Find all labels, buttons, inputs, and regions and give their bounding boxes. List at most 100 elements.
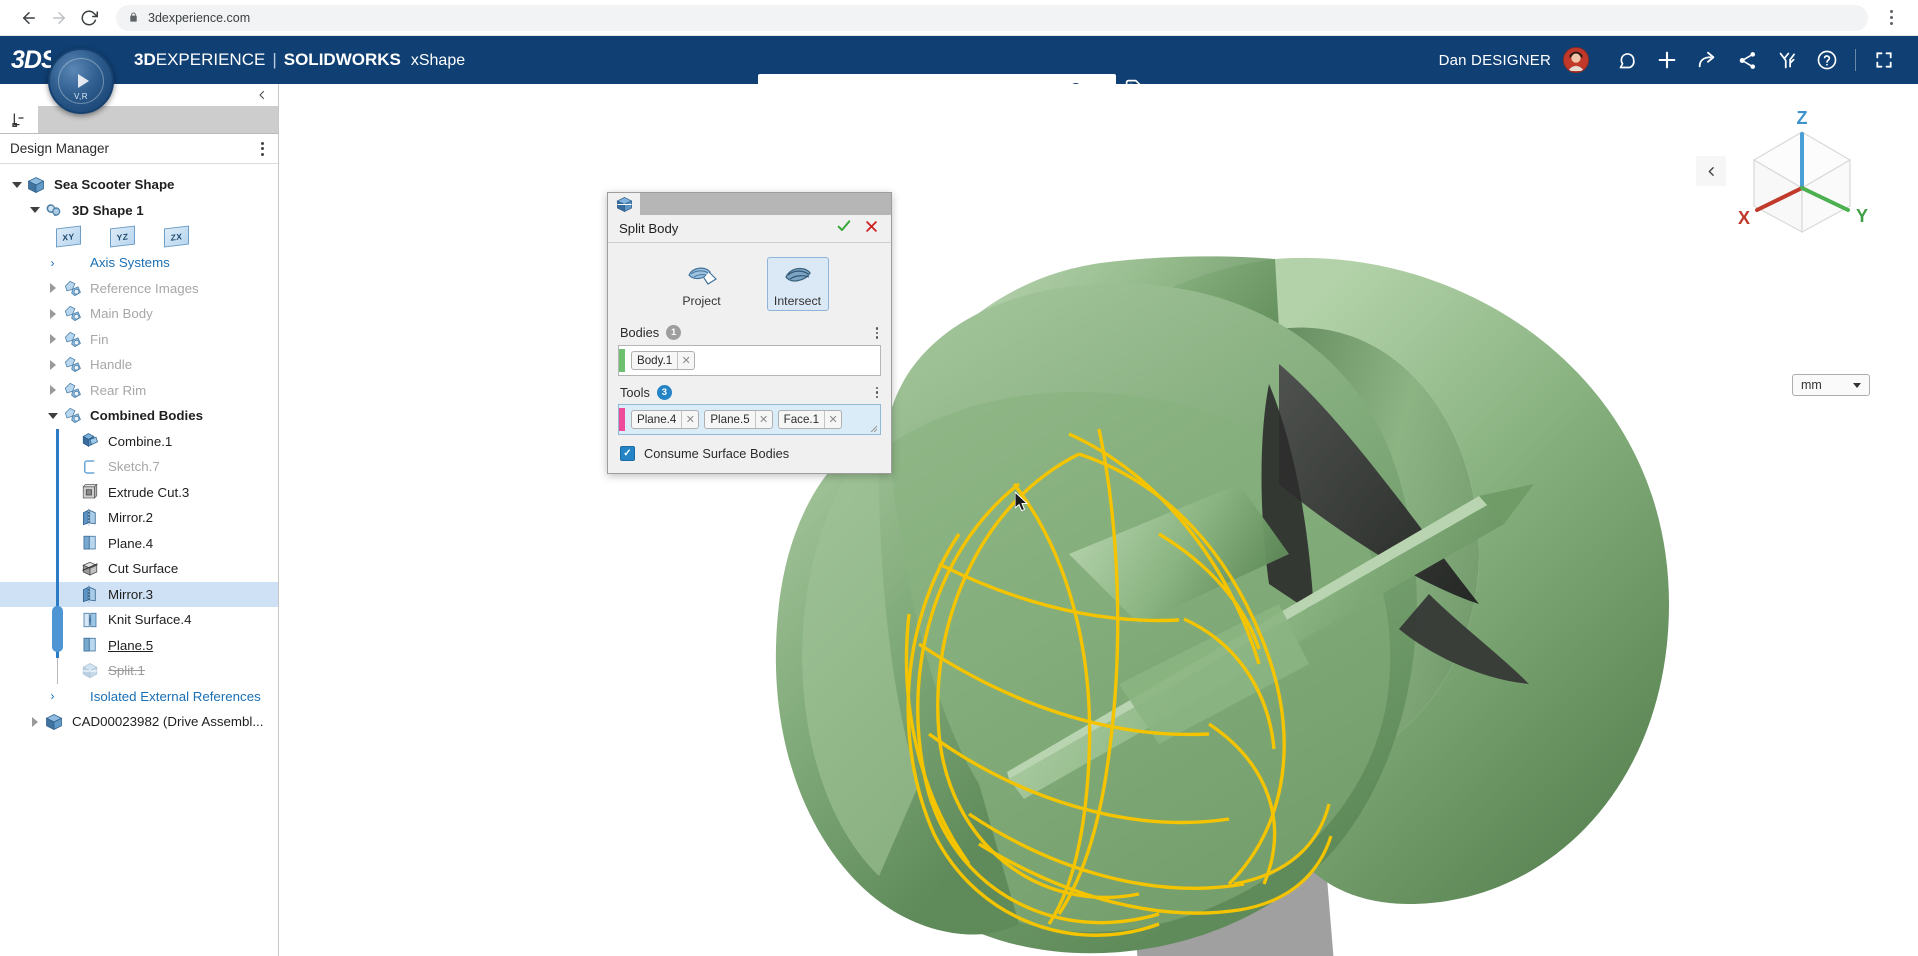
tree-twisty-collapsed[interactable] [44,276,61,302]
tree-item-combined-bodies[interactable]: Combined Bodies [0,403,278,429]
resize-handle-icon[interactable] [870,425,878,433]
tree-item-label: Mirror.3 [108,587,153,602]
sidebar-tabstrip [0,106,278,134]
tree-item-axis-systems[interactable]: ›Axis Systems [0,250,278,276]
tree-twisty-collapsed[interactable]: › [44,250,61,276]
tree-item-cad00023982-drive-assembl[interactable]: CAD00023982 (Drive Assembl... [0,709,278,735]
sidebar-collapse-button[interactable] [0,84,278,106]
tools-more-options-icon[interactable] [873,385,882,401]
tree-item-combine-1[interactable]: Combine.1 [0,429,278,455]
browser-menu-icon[interactable] [1878,3,1904,33]
consume-surface-bodies-row[interactable]: ✓ Consume Surface Bodies [618,444,881,461]
chip-plane-4[interactable]: Plane.4 ✕ [631,410,699,429]
combine-icon [79,431,101,451]
tree-item-reference-images[interactable]: Reference Images [0,276,278,302]
brand-3d: 3D [134,50,156,70]
help-question-icon[interactable] [1807,36,1847,84]
svg-text:3DS: 3DS [11,46,51,74]
remove-x-icon[interactable]: ✕ [824,411,841,428]
brand-title: 3DEXPERIENCE|SOLIDWORKSxShape [134,50,465,70]
avatar[interactable] [1563,47,1589,73]
tree-twisty-collapsed[interactable] [44,378,61,404]
tree-twisty-collapsed[interactable] [44,352,61,378]
dialog-tab-split-body[interactable] [608,193,640,215]
tree-item-main-body[interactable]: Main Body [0,301,278,327]
tree-item-handle[interactable]: Handle [0,352,278,378]
tree-item-cut-surface[interactable]: Cut Surface [0,556,278,582]
3d-model-render[interactable] [279,84,1918,956]
plane-chip-yz[interactable]: YZ [110,225,135,247]
rollback-bar-handle[interactable] [52,606,63,652]
tree-item-mirror-3[interactable]: Mirror.3 [0,582,278,608]
fullscreen-icon[interactable] [1864,36,1904,84]
dialog-tabstrip [608,193,891,215]
tree-item-plane-4[interactable]: Plane.4 [0,531,278,557]
chip-face-1[interactable]: Face.1 ✕ [778,410,842,429]
tree-item-sketch-7[interactable]: Sketch.7 [0,454,278,480]
tree-item-label: Split.1 [108,663,145,678]
chip-body-1[interactable]: Body.1 ✕ [631,351,695,370]
remove-x-icon[interactable]: ✕ [677,352,694,369]
browser-reload-button[interactable] [74,3,104,33]
notification-bell-icon[interactable] [1607,36,1647,84]
bodies-count-badge: 1 [666,325,681,340]
bodies-field-header: Bodies 1 [620,325,881,341]
tools-selection-box[interactable]: Plane.4 ✕ Plane.5 ✕ Face.1 ✕ [618,404,881,435]
tree-twisty-expanded[interactable] [8,172,25,198]
remove-x-icon[interactable]: ✕ [755,411,772,428]
chip-plane-5[interactable]: Plane.5 ✕ [704,410,772,429]
feature-tree[interactable]: Sea Scooter Shape3D Shape 1XY YZ ZX ›Axis S… [0,164,278,956]
tree-twisty-collapsed[interactable] [44,301,61,327]
share-nodes-icon[interactable] [1727,36,1767,84]
tree-twisty-collapsed[interactable] [44,327,61,353]
tree-item-isolated-external-references[interactable]: ›Isolated External References [0,684,278,710]
3d-viewport[interactable]: Z X Y mm [279,84,1918,956]
plane-chip-zx[interactable]: ZX [164,225,189,247]
design-tree-icon [11,112,27,128]
tree-twisty-expanded[interactable] [26,198,43,224]
checkmark-icon [836,218,852,234]
plane-icon [79,635,101,655]
tree-twisty-none [62,582,79,608]
tree-item-extrude-cut-3[interactable]: Extrude Cut.3 [0,480,278,506]
tree-item-sea-scooter-shape[interactable]: Sea Scooter Shape [0,172,278,198]
tree-item-rear-rim[interactable]: Rear Rim [0,378,278,404]
remove-x-icon[interactable]: ✕ [681,411,698,428]
units-dropdown[interactable]: mm [1792,374,1870,396]
dialog-confirm-button[interactable] [828,218,860,239]
consume-surface-bodies-checkbox[interactable]: ✓ [620,446,635,461]
view-cube[interactable]: Z X Y [1722,102,1882,262]
browser-forward-button[interactable] [44,3,74,33]
tree-item-plane-5[interactable]: Plane.5 [0,633,278,659]
chevron-left-icon [1705,165,1718,178]
tools-label: Tools [620,385,650,400]
tree-twisty-expanded[interactable] [44,403,61,429]
dialog-cancel-button[interactable] [860,219,883,238]
extrude-cut-icon [79,482,101,502]
collaborate-icon[interactable] [1767,36,1807,84]
bodies-selection-box[interactable]: Body.1 ✕ [618,345,881,376]
tree-item-3d-shape-1[interactable]: 3D Shape 1 [0,198,278,224]
split-body-dialog[interactable]: Split Body [607,192,892,474]
mode-project-button[interactable]: Project [671,257,733,311]
tree-item-mirror-2[interactable]: Mirror.2 [0,505,278,531]
tab-design-tree[interactable] [0,106,38,133]
tree-item-split-1[interactable]: Split.1 [0,658,278,684]
panel-more-options-icon[interactable] [255,138,270,160]
plane-chip-xy[interactable]: XY [56,225,81,247]
tree-item-fin[interactable]: Fin [0,327,278,353]
tree-item-knit-surface-4[interactable]: Knit Surface.4 [0,607,278,633]
app-top-bar: 3DS V,R 3DEXPERIENCE|SOLIDWORKSxShape Da… [0,36,1918,84]
chip-label: Face.1 [779,413,824,426]
axis-z-label: Z [1797,108,1808,128]
bodies-more-options-icon[interactable] [873,325,882,341]
browser-back-button[interactable] [14,3,44,33]
mode-intersect-button[interactable]: Intersect [767,257,829,311]
compass-button[interactable]: V,R [48,48,114,114]
tree-twisty-collapsed[interactable]: › [44,684,61,710]
address-bar[interactable]: 3dexperience.com [116,5,1868,31]
tree-twisty-collapsed[interactable] [26,709,43,735]
brand-solidworks: SOLIDWORKS [284,50,401,70]
share-arrow-icon[interactable] [1687,36,1727,84]
add-plus-icon[interactable] [1647,36,1687,84]
